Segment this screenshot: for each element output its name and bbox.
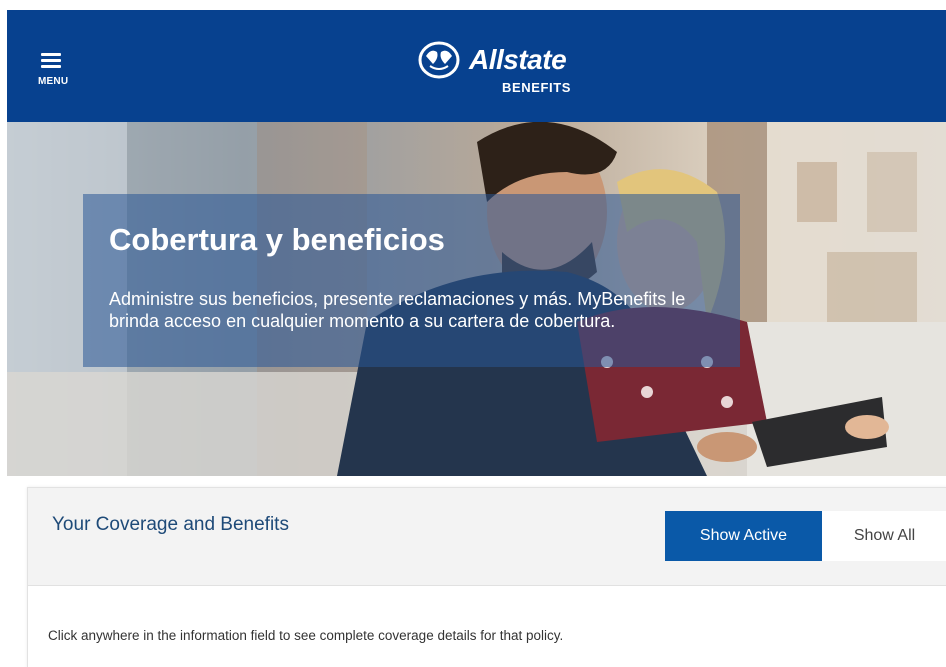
show-active-button[interactable]: Show Active — [665, 511, 822, 561]
hamburger-menu-icon — [41, 53, 61, 69]
allstate-hands-logo-icon — [418, 41, 460, 79]
coverage-info-text: Click anywhere in the information field … — [48, 628, 564, 643]
hero-description: Administre sus beneficios, presente recl… — [109, 289, 686, 331]
coverage-title: Your Coverage and Benefits — [52, 514, 289, 535]
coverage-card: Your Coverage and Benefits Show Active S… — [27, 487, 946, 667]
hero-overlay: Cobertura y beneficios Administre sus be… — [83, 194, 740, 367]
show-all-button[interactable]: Show All — [822, 511, 946, 561]
allstate-logo[interactable]: Allstate BENEFITS — [417, 40, 592, 100]
logo-name: Allstate — [469, 44, 567, 75]
menu-label: MENU — [38, 76, 69, 87]
logo-subtitle: BENEFITS — [502, 80, 572, 95]
menu-button[interactable]: MENU — [35, 50, 79, 100]
top-header: MENU Allstate BENEFITS — [7, 10, 946, 122]
hero-title: Cobertura y beneficios — [109, 222, 445, 257]
coverage-card-header: Your Coverage and Benefits Show Active S… — [28, 488, 946, 586]
page: MENU Allstate BENEFITS Cobertura y benef… — [0, 0, 946, 667]
hero-banner: Cobertura y beneficios Administre sus be… — [7, 122, 946, 476]
